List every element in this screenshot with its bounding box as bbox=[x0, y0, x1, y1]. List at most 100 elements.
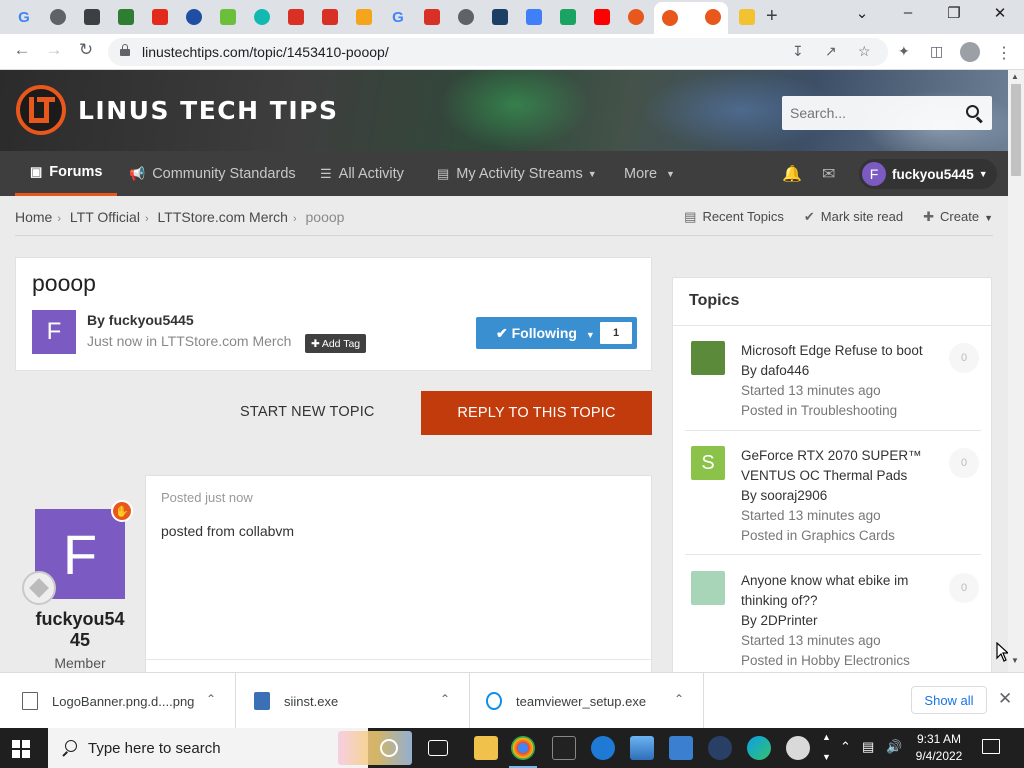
taskbar-search[interactable]: Type here to search bbox=[48, 728, 412, 768]
sidepanel-icon[interactable]: ◫ bbox=[930, 43, 943, 60]
browser-tab[interactable] bbox=[730, 4, 764, 30]
photos-icon[interactable] bbox=[630, 736, 654, 760]
back-button[interactable]: ← bbox=[10, 40, 34, 60]
sidebar-topic-title[interactable]: GeForce RTX 2070 SUPER™ VENTUS OC Thermal… bbox=[741, 446, 931, 486]
recent-topics-link[interactable]: ▤ Recent Topics bbox=[684, 209, 784, 225]
windows-start-icon[interactable] bbox=[12, 740, 30, 758]
sidebar-topic-title[interactable]: Anyone know what ebike im thinking of?? bbox=[741, 571, 931, 611]
browser-tab[interactable] bbox=[41, 4, 75, 30]
chevron-up-icon[interactable]: ⌃ bbox=[674, 692, 684, 706]
control-panel-icon[interactable] bbox=[669, 736, 693, 760]
chevron-up-icon[interactable]: ⌃ bbox=[440, 692, 450, 706]
start-new-topic-button[interactable]: START NEW TOPIC bbox=[240, 404, 375, 420]
browser-tab[interactable] bbox=[177, 4, 211, 30]
browser-tab[interactable] bbox=[517, 4, 551, 30]
profile-avatar[interactable] bbox=[960, 42, 980, 62]
tray-overflow-icon[interactable]: ⌃ bbox=[840, 739, 851, 755]
sidebar-topic-author[interactable]: By dafo446 bbox=[741, 361, 931, 381]
browser-tab[interactable] bbox=[415, 4, 449, 30]
browser-tab[interactable] bbox=[551, 4, 585, 30]
browser-tab[interactable] bbox=[483, 4, 517, 30]
close-window-button[interactable]: ✕ bbox=[980, 4, 1020, 22]
edge-icon[interactable] bbox=[747, 736, 771, 760]
mark-read-link[interactable]: ✔ Mark site read bbox=[804, 209, 903, 225]
browser-tab[interactable] bbox=[449, 4, 483, 30]
browser-tab[interactable] bbox=[245, 4, 279, 30]
scroll-down-icon[interactable]: ▼ bbox=[1011, 656, 1019, 665]
browser-tab[interactable] bbox=[619, 4, 653, 30]
browser-tab[interactable] bbox=[696, 4, 730, 30]
forward-button[interactable]: → bbox=[42, 40, 66, 60]
nav-community-standards[interactable]: 📢 Community Standards bbox=[129, 151, 296, 196]
lock-icon[interactable] bbox=[120, 44, 130, 56]
sidebar-topic-forum[interactable]: Hobby Electronics bbox=[801, 653, 910, 668]
bookmark-star-icon[interactable]: ☆ bbox=[858, 43, 871, 60]
user-menu[interactable]: F fuckyou5445 ▼ bbox=[859, 159, 997, 189]
breadcrumb-home[interactable]: Home bbox=[15, 209, 52, 225]
share-icon[interactable]: ↗ bbox=[825, 43, 837, 60]
notifications-bell-icon[interactable]: 🔔 bbox=[782, 164, 802, 184]
browser-tab[interactable] bbox=[585, 4, 619, 30]
nav-forums[interactable]: ▣ Forums bbox=[15, 151, 118, 196]
scroll-up-icon[interactable]: ▲ bbox=[1011, 72, 1019, 81]
browser-tab[interactable]: G bbox=[381, 4, 415, 30]
add-tag-button[interactable]: ✚ Add Tag bbox=[305, 334, 367, 353]
close-icon[interactable]: ✕ bbox=[998, 689, 1012, 709]
chevron-up-icon[interactable]: ⌃ bbox=[206, 692, 216, 706]
internet-explorer-icon[interactable] bbox=[591, 736, 615, 760]
scroll-thumb[interactable] bbox=[1011, 84, 1021, 176]
sidebar-topic-forum[interactable]: Troubleshooting bbox=[801, 403, 897, 418]
browser-tab[interactable] bbox=[211, 4, 245, 30]
follow-button[interactable]: ✔ Following ▼ 1 bbox=[476, 317, 637, 349]
7zip-icon[interactable] bbox=[552, 736, 576, 760]
notification-center-icon[interactable] bbox=[982, 739, 1000, 754]
show-all-downloads-button[interactable]: Show all bbox=[911, 686, 987, 714]
browser-tab[interactable] bbox=[143, 4, 177, 30]
search-app-icon[interactable] bbox=[708, 736, 732, 760]
minimize-button[interactable]: – bbox=[888, 4, 928, 21]
breadcrumb-lttstore-merch[interactable]: LTTStore.com Merch bbox=[158, 209, 288, 225]
task-view-icon[interactable] bbox=[428, 740, 448, 756]
user-letter-avatar[interactable]: S bbox=[691, 446, 725, 480]
tab-search-icon[interactable]: ⌄ bbox=[842, 4, 882, 22]
nav-more[interactable]: More ▼ bbox=[624, 151, 675, 196]
topic-forum-link[interactable]: LTTStore.com Merch bbox=[161, 333, 291, 349]
download-item[interactable]: teamviewer_setup.exe ⌃ bbox=[470, 673, 704, 729]
sidebar-topic-author[interactable]: By sooraj2906 bbox=[741, 486, 931, 506]
cartoon-avatar-icon[interactable] bbox=[691, 571, 725, 605]
network-icon[interactable]: ▤ bbox=[862, 739, 874, 755]
reload-button[interactable]: ↻ bbox=[74, 40, 98, 60]
page-scrollbar[interactable]: ▲ ▼ bbox=[1008, 70, 1024, 672]
search-icon[interactable] bbox=[966, 105, 984, 124]
rank-badge-icon[interactable] bbox=[22, 571, 56, 605]
install-icon[interactable]: ↧ bbox=[792, 43, 804, 60]
system-clock[interactable]: 9:31 AM 9/4/2022 bbox=[900, 731, 978, 765]
search-input[interactable] bbox=[782, 96, 962, 130]
nav-activity-streams[interactable]: ▤ My Activity Streams ▼ bbox=[437, 151, 597, 196]
maximize-button[interactable]: ❐ bbox=[934, 4, 974, 22]
site-logo-text[interactable]: LINUS TECH TIPS bbox=[78, 96, 338, 125]
download-item[interactable]: LogoBanner.png.d....png ⌃ bbox=[0, 673, 236, 729]
cortana-icon[interactable] bbox=[380, 739, 398, 757]
sidebar-topic-title[interactable]: Microsoft Edge Refuse to boot bbox=[741, 341, 931, 361]
browser-tab[interactable]: G bbox=[7, 4, 41, 30]
file-explorer-icon[interactable] bbox=[474, 736, 498, 760]
browser-tab[interactable] bbox=[109, 4, 143, 30]
post-author-name[interactable]: fuckyou54 45 bbox=[15, 609, 145, 651]
new-tab-button[interactable]: + bbox=[766, 5, 778, 28]
chevron-down-icon[interactable]: ▼ bbox=[822, 752, 831, 762]
nav-all-activity[interactable]: ☰ All Activity bbox=[320, 151, 404, 196]
browser-tab[interactable] bbox=[75, 4, 109, 30]
download-item[interactable]: siinst.exe ⌃ bbox=[236, 673, 470, 729]
ltt-logo-icon[interactable] bbox=[16, 85, 66, 135]
frog-avatar-icon[interactable] bbox=[691, 341, 725, 375]
browser-tab[interactable] bbox=[279, 4, 313, 30]
extensions-icon[interactable]: ✦ bbox=[898, 43, 910, 60]
address-bar[interactable]: linustechtips.com/topic/1453410-pooop/ ↧… bbox=[108, 38, 888, 66]
chevron-up-icon[interactable]: ▲ bbox=[822, 732, 831, 742]
messages-envelope-icon[interactable]: ✉ bbox=[822, 164, 835, 184]
sidebar-topic-forum[interactable]: Graphics Cards bbox=[801, 528, 895, 543]
breadcrumb-ltt-official[interactable]: LTT Official bbox=[70, 209, 140, 225]
paint-icon[interactable] bbox=[786, 736, 810, 760]
browser-menu-icon[interactable]: ⋮ bbox=[996, 43, 1012, 63]
